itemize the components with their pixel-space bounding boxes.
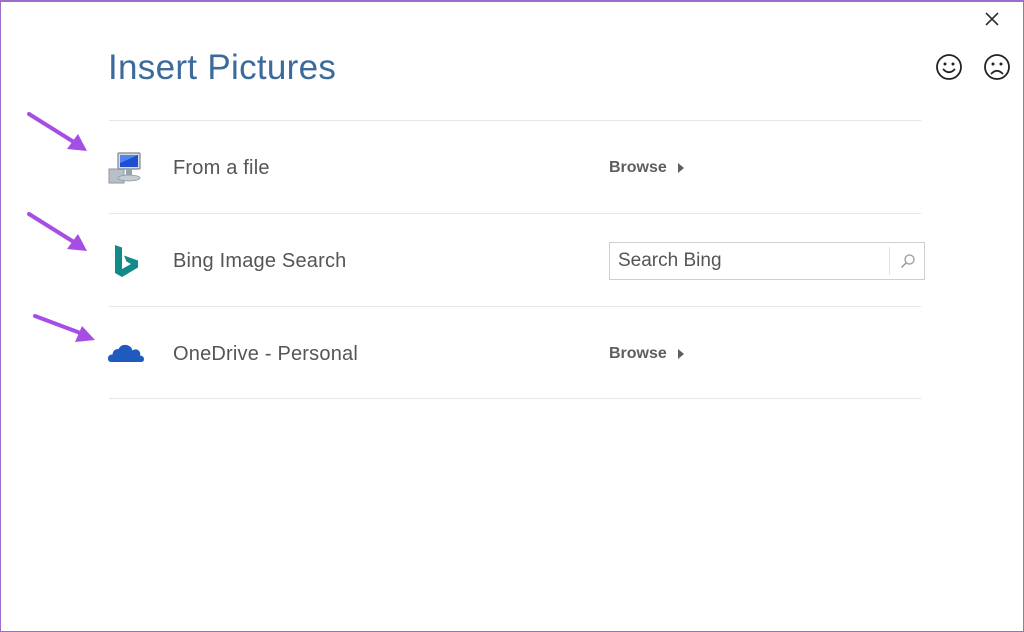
row-onedrive-personal: OneDrive - Personal Browse — [1, 308, 1024, 400]
arrow-icon — [27, 212, 87, 251]
monitor-icon — [108, 152, 141, 184]
search-icon — [900, 254, 915, 269]
caret-right-icon — [677, 349, 684, 359]
search-separator — [889, 247, 890, 275]
smile-icon — [936, 54, 962, 80]
bing-search-button[interactable] — [891, 243, 925, 279]
from-file-browse-button[interactable]: Browse — [609, 157, 685, 179]
browse-label: Browse — [609, 159, 667, 176]
bing-search-input[interactable] — [610, 243, 888, 279]
close-button[interactable] — [979, 6, 1005, 32]
insert-pictures-dialog: Insert Pictures From a file Browse Bing … — [0, 0, 1024, 632]
dialog-title: Insert Pictures — [108, 48, 337, 87]
caret-right-icon — [677, 163, 684, 173]
from-file-label: From a file — [173, 157, 270, 179]
onedrive-cloud-icon — [108, 344, 144, 362]
onedrive-browse-button[interactable]: Browse — [609, 343, 685, 365]
row-from-a-file: From a file Browse — [1, 122, 1024, 214]
divider — [109, 398, 921, 399]
bing-search-label: Bing Image Search — [173, 250, 347, 272]
onedrive-label: OneDrive - Personal — [173, 343, 358, 365]
frown-feedback-button[interactable] — [983, 53, 1011, 81]
bing-logo-icon — [115, 245, 138, 277]
divider — [109, 120, 921, 121]
arrow-icon — [27, 112, 87, 151]
smile-feedback-button[interactable] — [935, 53, 963, 81]
row-bing-image-search: Bing Image Search — [1, 215, 1024, 307]
divider — [109, 306, 921, 307]
browse-label: Browse — [609, 345, 667, 362]
frown-icon — [984, 54, 1010, 80]
close-icon — [985, 12, 999, 26]
bing-search-box — [609, 242, 925, 280]
arrow-icon — [33, 314, 95, 342]
divider — [109, 213, 921, 214]
